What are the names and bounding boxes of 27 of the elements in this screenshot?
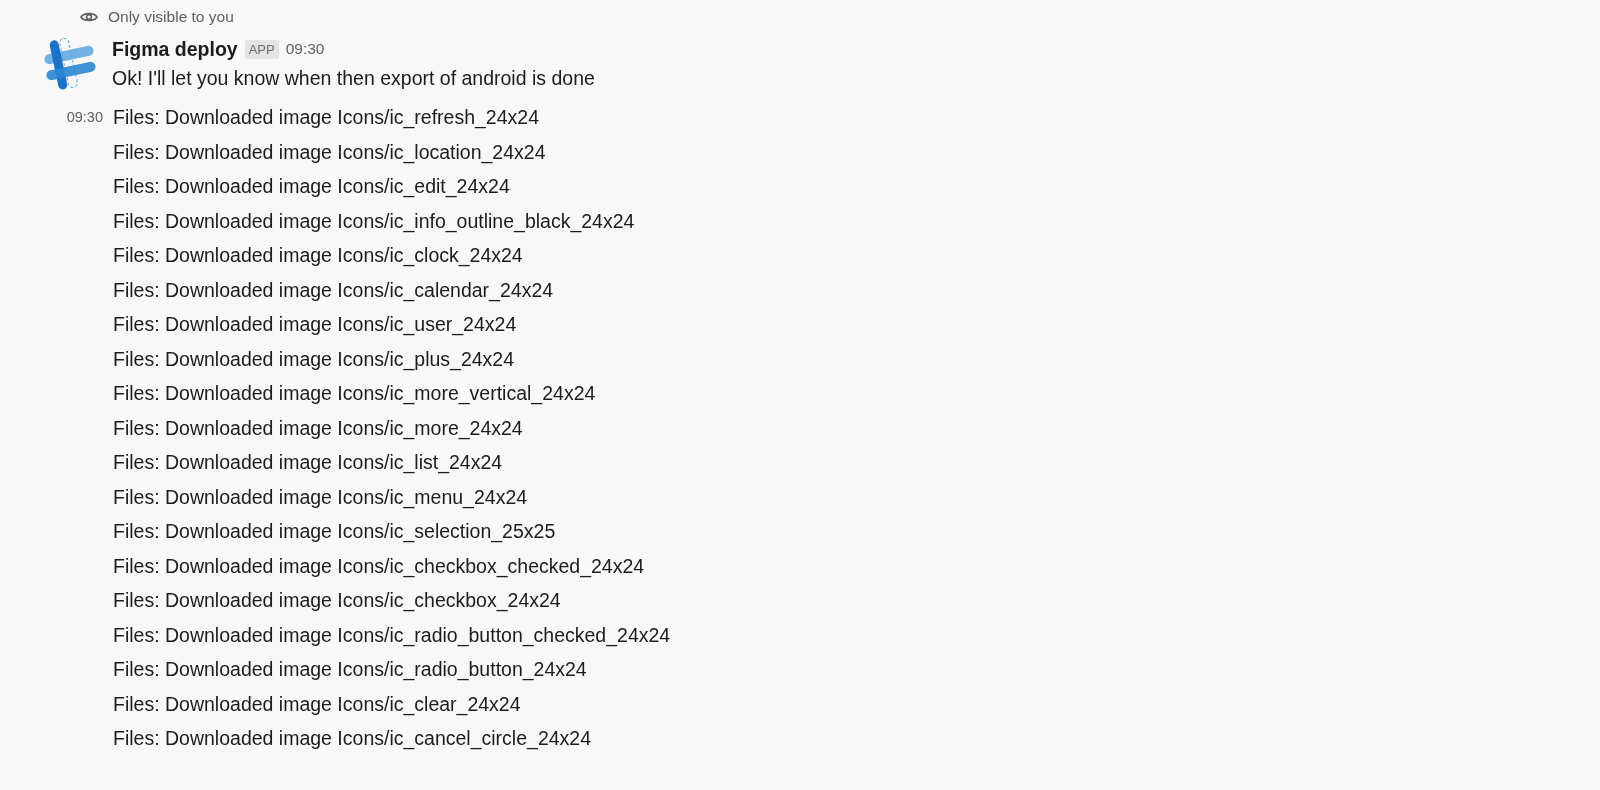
message-line: Files: Downloaded image Icons/ic_more_vertical_24x24: [113, 381, 596, 407]
message-line: Files: Downloaded image Icons/ic_list_24x24: [113, 450, 503, 476]
message-line: Files: Downloaded image Icons/ic_more_24x24: [113, 415, 523, 442]
message-line: Files: Downloaded image Icons/ic_radio_button_checked_24x24: [113, 622, 671, 649]
message-line: Files: Downloaded image Icons/ic_user_24x24: [113, 312, 517, 338]
visibility-note: Only visible to you: [108, 8, 234, 26]
message-line: Files: Downloaded image Icons/ic_clock_24x24: [113, 243, 523, 269]
message-line: Files: Downloaded image Icons/ic_edit_24x24: [113, 174, 510, 200]
message-text: Ok! I'll let you know when then export of android is done: [112, 66, 595, 91]
message-line: Files: Downloaded image Icons/ic_refresh_24x24: [113, 105, 539, 131]
message-line: Files: Downloaded image Icons/ic_cancel_circle_24x24: [113, 726, 591, 752]
message-line: Files: Downloaded image Icons/ic_calendar_24x24: [113, 277, 554, 304]
timestamp[interactable]: 09:30: [66, 100, 113, 756]
eye-icon: [80, 11, 98, 23]
message-line: Files: Downloaded image Icons/ic_info_outline_black_24x24: [113, 208, 635, 235]
message-line: Files: Downloaded image Icons/ic_selection_25x25: [113, 519, 556, 545]
timestamp[interactable]: 09:30: [285, 40, 325, 58]
author-name[interactable]: Figma deploy: [112, 37, 238, 61]
message-line: Files: Downloaded image Icons/ic_checkbox_checked_24x24: [113, 553, 645, 580]
message-line: Files: Downloaded image Icons/ic_checkbox_24x24: [113, 588, 561, 614]
message-line: Files: Downloaded image Icons/ic_clear_24x24: [113, 691, 521, 718]
message-line: Files: Downloaded image Icons/ic_location_24x24: [113, 139, 546, 166]
message-line: Files: Downloaded image Icons/ic_radio_button_24x24: [113, 657, 587, 683]
app-badge: APP: [244, 39, 279, 59]
app-logo-icon: [42, 36, 98, 92]
message-line: Files: Downloaded image Icons/ic_menu_24x24: [113, 484, 528, 511]
message-line: Files: Downloaded image Icons/ic_plus_24x24: [113, 346, 515, 373]
